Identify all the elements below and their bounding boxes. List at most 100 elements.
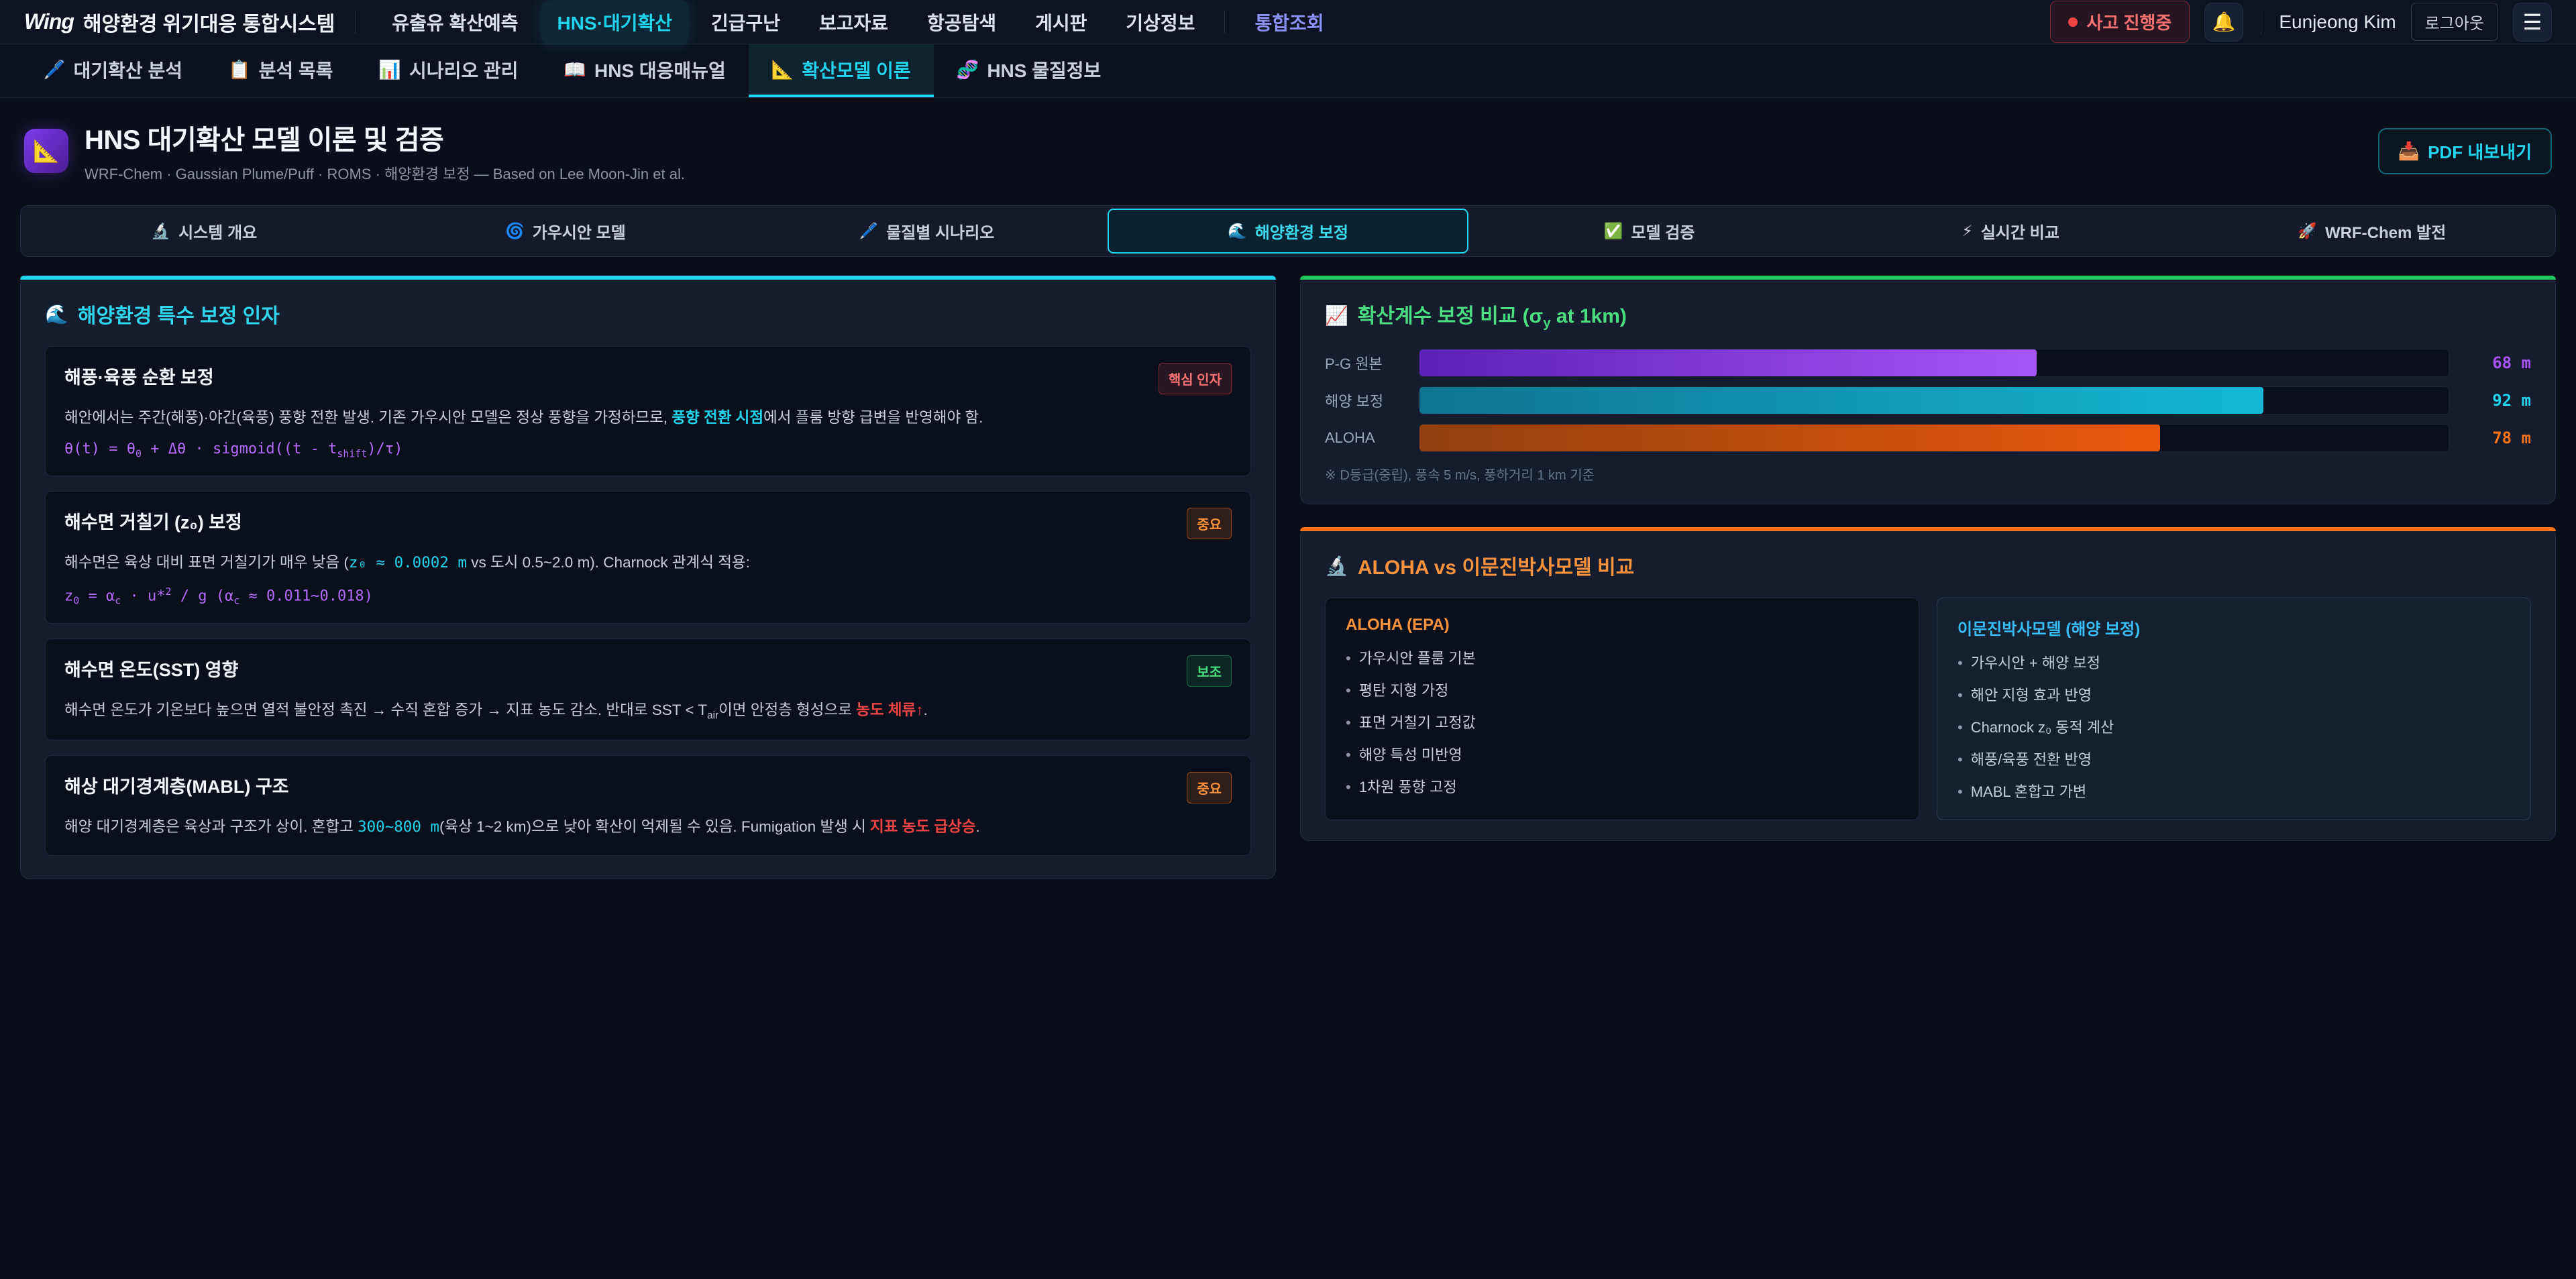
tab-wrf-chem[interactable]: 🚀 WRF-Chem 발전	[2191, 209, 2553, 254]
logo-wing-icon: Wing	[24, 9, 74, 34]
card-title: 해풍·육풍 순환 보정	[64, 363, 214, 389]
main-content: 🌊 해양환경 특수 보정 인자 해풍·육풍 순환 보정 핵심 인자 해안에서는 …	[0, 257, 2576, 879]
chart-increasing-icon: 📈	[1325, 304, 1348, 327]
subtab-label: HNS 대응매뉴얼	[594, 56, 726, 83]
priority-badge: 보조	[1187, 655, 1232, 687]
subtab-model-theory[interactable]: 📐 확산모델 이론	[749, 44, 934, 97]
page-icon-box: 📐	[24, 129, 68, 173]
tab-substance-scenarios[interactable]: 🖊️ 물질별 시나리오	[746, 209, 1108, 254]
divider	[1224, 11, 1225, 34]
nav-item-oil-spill[interactable]: 유출유 확산예측	[376, 1, 534, 44]
bar-label: ALOHA	[1325, 429, 1404, 447]
bar-row-marine: 해양 보정 92 m	[1325, 386, 2531, 414]
panel-title: 🌊 해양환경 특수 보정 인자	[45, 299, 1251, 329]
subtab-label: 확산모델 이론	[802, 56, 910, 83]
nav-item-board[interactable]: 게시판	[1019, 1, 1103, 44]
nav-item-reports[interactable]: 보고자료	[803, 1, 904, 44]
topbar-right: 사고 진행중 🔔 Eunjeong Kim 로그아웃 ☰	[2050, 1, 2553, 43]
main-nav: 유출유 확산예측 HNS·대기확산 긴급구난 보고자료 항공탐색 게시판 기상정…	[376, 1, 1340, 44]
tab-realtime-comparison[interactable]: ⚡ 실시간 비교	[1830, 209, 2192, 254]
card-formula: θ(t) = θ0 + Δθ · sigmoid((t - tshift)/τ)	[64, 441, 1232, 459]
tab-model-validation[interactable]: ✅ 모델 검증	[1468, 209, 1830, 254]
nav-item-rescue[interactable]: 긴급구난	[695, 1, 796, 44]
priority-badge: 중요	[1187, 772, 1232, 803]
subtab-analysis-list[interactable]: 📋 분석 목록	[205, 44, 356, 97]
topbar: Wing 해양환경 위기대응 통합시스템 유출유 확산예측 HNS·대기확산 긴…	[0, 0, 2576, 44]
tab-label: 물질별 시나리오	[886, 219, 994, 243]
model-card-title: ALOHA (EPA)	[1346, 616, 1898, 634]
list-item: 가우시안 + 해양 보정	[1957, 653, 2510, 674]
bar-fill	[1419, 425, 2160, 451]
tab-label: 해양환경 보정	[1255, 219, 1348, 243]
pen-icon: 🖊️	[43, 59, 66, 80]
list-item: MABL 혼합고 가변	[1957, 781, 2510, 803]
card-title: 해상 대기경계층(MABL) 구조	[64, 772, 289, 798]
bar-track	[1419, 349, 2449, 377]
subtab-dispersion-analysis[interactable]: 🖊️ 대기확산 분석	[20, 44, 205, 97]
model-card-title: 이문진박사모델 (해양 보정)	[1957, 616, 2510, 639]
incident-status-label: 사고 진행중	[2087, 9, 2172, 34]
subtab-label: HNS 물질정보	[987, 56, 1101, 83]
menu-button[interactable]: ☰	[2513, 3, 2552, 42]
list-item: 해안 지형 효과 반영	[1957, 685, 2510, 706]
card-body: 해수면은 육상 대비 표면 거칠기가 매우 낮음 (z₀ ≈ 0.0002 m …	[64, 551, 1232, 575]
list-item: 해풍/육풍 전환 반영	[1957, 749, 2510, 771]
tab-label: 가우시안 모델	[533, 219, 626, 243]
book-icon: 📖	[564, 59, 586, 80]
clipboard-icon: 📋	[228, 59, 251, 80]
page-title: HNS 대기확산 모델 이론 및 검증	[85, 118, 685, 157]
pdf-export-label: PDF 내보내기	[2428, 139, 2532, 164]
priority-badge: 핵심 인자	[1159, 363, 1232, 394]
factor-card-surface-roughness: 해수면 거칠기 (z₀) 보정 중요 해수면은 육상 대비 표면 거칠기가 매우…	[45, 491, 1251, 624]
bar-value: 78 m	[2464, 429, 2531, 447]
bar-track	[1419, 424, 2449, 452]
nav-item-integrated-search[interactable]: 통합조회	[1238, 1, 1340, 44]
nav-item-aerial-search[interactable]: 항공탐색	[911, 1, 1012, 44]
card-title: 해수면 온도(SST) 영향	[64, 655, 238, 681]
pdf-export-button[interactable]: 📥 PDF 내보내기	[2378, 128, 2552, 174]
panel-title-text: 해양환경 특수 보정 인자	[78, 299, 280, 329]
card-body: 해안에서는 주간(해풍)·야간(육풍) 풍향 전환 발생. 기존 가우시안 모델…	[64, 406, 1232, 430]
tab-label: 시스템 개요	[178, 219, 257, 243]
list-item: 표면 거칠기 고정값	[1346, 712, 1898, 734]
panel-title: 📈 확산계수 보정 비교 (σy at 1km)	[1325, 299, 2531, 331]
subtab-bar: 🖊️ 대기확산 분석 📋 분석 목록 📊 시나리오 관리 📖 HNS 대응매뉴얼…	[0, 44, 2576, 98]
microscope-icon: 🔬	[1325, 555, 1348, 577]
logout-button[interactable]: 로그아웃	[2411, 3, 2498, 41]
notifications-button[interactable]: 🔔	[2204, 3, 2243, 42]
subtab-hns-manual[interactable]: 📖 HNS 대응매뉴얼	[541, 44, 748, 97]
model-comparison-panel: 🔬 ALOHA vs 이문진박사모델 비교 ALOHA (EPA) 가우시안 플…	[1300, 527, 2556, 841]
bar-row-pg: P-G 원본 68 m	[1325, 349, 2531, 377]
app-logo[interactable]: Wing 해양환경 위기대응 통합시스템	[24, 7, 335, 37]
tab-marine-correction[interactable]: 🌊 해양환경 보정	[1108, 209, 1469, 254]
list-item: 해양 특성 미반영	[1346, 744, 1898, 766]
cyclone-icon: 🌀	[505, 222, 525, 240]
incident-status-badge[interactable]: 사고 진행중	[2050, 1, 2190, 43]
bar-track	[1419, 386, 2449, 414]
download-icon: 📥	[2398, 141, 2420, 162]
subtab-scenario-management[interactable]: 📊 시나리오 관리	[356, 44, 541, 97]
bar-label: 해양 보정	[1325, 390, 1404, 411]
hamburger-icon: ☰	[2523, 9, 2542, 35]
triangle-ruler-icon: 📐	[33, 138, 60, 164]
bar-chart-icon: 📊	[378, 59, 401, 80]
subtab-hns-substance-info[interactable]: 🧬 HNS 물질정보	[934, 44, 1124, 97]
bar-label: P-G 원본	[1325, 352, 1404, 374]
wave-icon: 🌊	[45, 303, 68, 325]
subtab-label: 대기확산 분석	[74, 56, 182, 83]
tab-label: 모델 검증	[1631, 219, 1695, 243]
pen-icon: 🖊️	[859, 222, 879, 240]
aloha-model-card: ALOHA (EPA) 가우시안 플룸 기본 평탄 지형 가정 표면 거칠기 고…	[1325, 598, 1919, 820]
list-item: 1차원 풍향 고정	[1346, 777, 1898, 798]
lee-model-card: 이문진박사모델 (해양 보정) 가우시안 + 해양 보정 해안 지형 효과 반영…	[1937, 598, 2531, 820]
model-feature-list: 가우시안 플룸 기본 평탄 지형 가정 표면 거칠기 고정값 해양 특성 미반영…	[1346, 648, 1898, 797]
comparison-grid: ALOHA (EPA) 가우시안 플룸 기본 평탄 지형 가정 표면 거칠기 고…	[1325, 598, 2531, 820]
card-body: 해수면 온도가 기온보다 높으면 열적 불안정 촉진 → 수직 혼합 증가 → …	[64, 699, 1232, 724]
tab-gaussian-model[interactable]: 🌀 가우시안 모델	[385, 209, 747, 254]
nav-item-hns-dispersion[interactable]: HNS·대기확산	[541, 1, 688, 44]
nav-item-weather[interactable]: 기상정보	[1110, 1, 1211, 44]
card-formula: z0 = αc · u*2 / g (αc ≈ 0.011~0.018)	[64, 586, 1232, 607]
factor-card-mabl: 해상 대기경계층(MABL) 구조 중요 해양 대기경계층은 육상과 구조가 상…	[45, 755, 1251, 856]
bell-icon: 🔔	[2212, 11, 2236, 33]
tab-system-overview[interactable]: 🔬 시스템 개요	[23, 209, 385, 254]
